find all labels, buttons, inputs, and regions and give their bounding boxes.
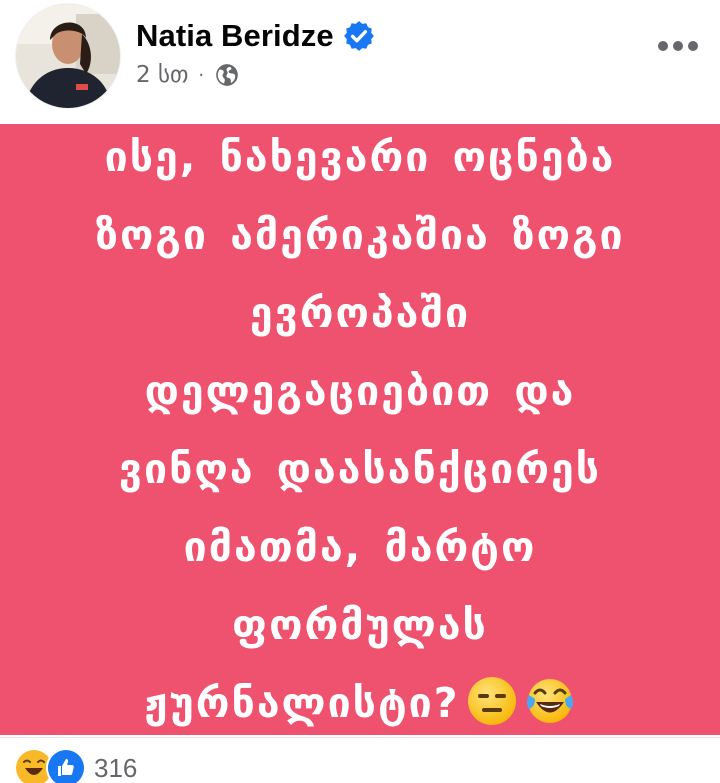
avatar[interactable] (16, 4, 120, 108)
post-text-line: იმათმა, მარტო (183, 522, 537, 571)
post-text-line: ვინღა დაასანქცირეს (118, 444, 602, 493)
author-row: Natia Beridze (136, 18, 376, 54)
post-text-line: ისე, ნახევარი ოცნება (104, 132, 616, 181)
more-horizontal-icon[interactable] (656, 38, 700, 54)
divider (0, 737, 720, 738)
verified-badge-icon (342, 19, 376, 53)
post-text: ისე, ნახევარი ოცნება ზოგი ამერიკაშია ზოგ… (40, 118, 680, 742)
post-time[interactable]: 2 სთ (136, 62, 188, 88)
post-text-line: ევროპაში (249, 288, 471, 337)
post-text-line: დელეგაციებით და (144, 366, 576, 415)
like-reaction-icon (46, 748, 86, 783)
expressionless-face-emoji (466, 674, 518, 726)
post-text-line: ჟურნალისტი? (144, 678, 460, 727)
globe-icon[interactable] (214, 62, 240, 88)
post-text-last-line: ჟურნალისტი? (40, 664, 680, 742)
tears-of-joy-emoji (524, 674, 576, 726)
reaction-count[interactable]: 316 (94, 753, 137, 783)
meta-separator: · (198, 64, 205, 86)
post-header: Natia Beridze 2 სთ · (0, 0, 720, 120)
facebook-post: Natia Beridze 2 სთ · ისე, ნახევარი ოცნებ… (0, 0, 720, 783)
author-name[interactable]: Natia Beridze (136, 18, 334, 54)
post-background-card: ისე, ნახევარი ოცნება ზოგი ამერიკაშია ზოგ… (0, 124, 720, 735)
post-text-line: ფორმულას (232, 600, 488, 649)
reactions-summary[interactable]: 316 (14, 748, 137, 783)
post-text-line: ზოგი ამერიკაშია ზოგი (95, 210, 625, 259)
post-meta: 2 სთ · (136, 62, 240, 88)
